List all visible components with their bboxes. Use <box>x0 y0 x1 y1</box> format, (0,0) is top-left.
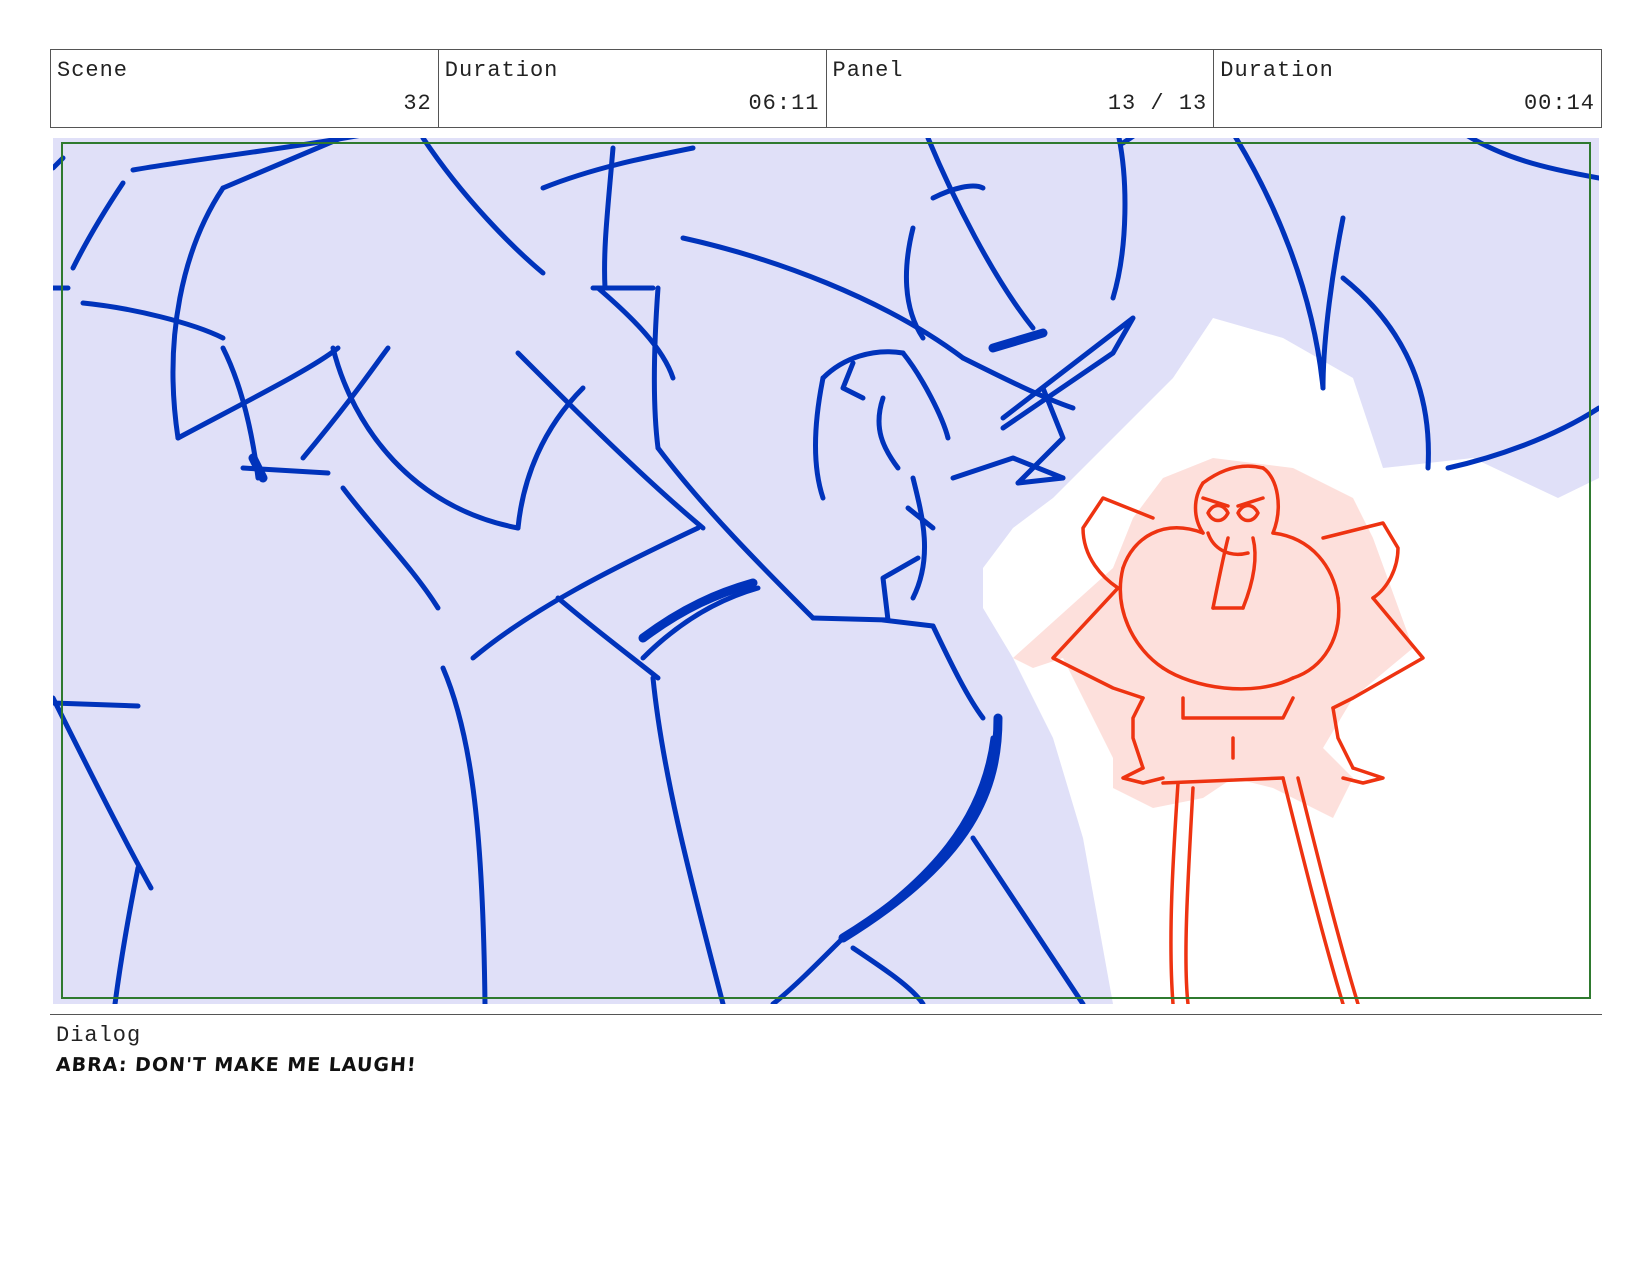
dialog-divider <box>50 1014 1602 1015</box>
sketch-drawing <box>53 138 1599 1004</box>
panel-duration-value: 00:14 <box>1523 91 1595 116</box>
storyboard-panel-image <box>53 138 1599 1004</box>
panel-label: Panel <box>832 58 904 83</box>
scene-duration-cell: Duration 06:11 <box>439 50 827 127</box>
dialog-label: Dialog <box>56 1023 142 1048</box>
panel-duration-cell: Duration 00:14 <box>1214 50 1601 127</box>
scene-number: 32 <box>403 91 432 116</box>
panel-number: 13 / 13 <box>1107 91 1208 116</box>
scene-duration-label: Duration <box>444 58 559 83</box>
panel-cell: Panel 13 / 13 <box>827 50 1215 127</box>
scene-duration-value: 06:11 <box>748 91 820 116</box>
panel-duration-label: Duration <box>1220 58 1334 83</box>
scene-cell: Scene 32 <box>51 50 439 127</box>
scene-label: Scene <box>57 58 129 83</box>
dialog-text: ABRA: DON'T MAKE ME LAUGH! <box>55 1054 418 1076</box>
panel-info-header: Scene 32 Duration 06:11 Panel 13 / 13 Du… <box>50 49 1602 128</box>
